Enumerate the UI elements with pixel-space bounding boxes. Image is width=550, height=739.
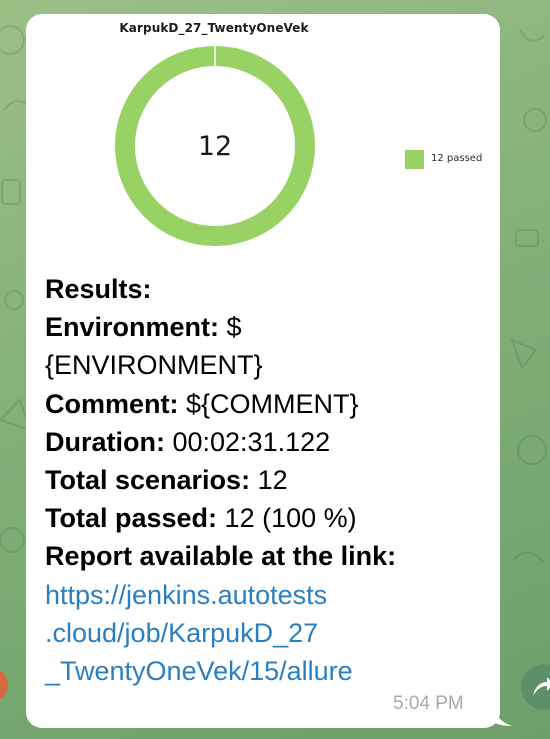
environment-value-part-1: $ [219, 312, 242, 343]
scenarios-value: 12 [250, 464, 288, 495]
comment-value: ${COMMENT} [178, 388, 359, 419]
comment-line: Comment: ${COMMENT} [45, 385, 485, 423]
duration-value: 00:02:31.122 [164, 426, 331, 457]
legend-passed-swatch [405, 150, 424, 169]
environment-value-part-2: {ENVIRONMENT} [45, 350, 263, 381]
results-label: Results: [45, 274, 152, 304]
report-link-line-2[interactable]: .cloud/job/KarpukD_27 [45, 614, 485, 652]
chart-center-value: 12 [197, 131, 233, 162]
report-label: Report available at the link: [45, 541, 397, 572]
passed-label: Total passed: [45, 503, 218, 534]
passed-line: Total passed: 12 (100 %) [45, 499, 485, 537]
legend-passed-label: 12 passed [431, 153, 483, 164]
duration-label: Duration: [45, 426, 165, 457]
duration-line: Duration: 00:02:31.122 [45, 423, 485, 461]
passed-value: 12 (100 %) [217, 503, 357, 534]
message-timestamp: 5:04 PM [393, 693, 464, 714]
environment-line-cont: {ENVIRONMENT} [45, 346, 485, 384]
results-line: Results: [45, 270, 485, 308]
environment-label: Environment: [45, 312, 220, 343]
report-line: Report available at the link: [45, 537, 485, 575]
donut-chart [115, 46, 315, 246]
message-text: Results: Environment: $ {ENVIRONMENT} Co… [45, 270, 485, 690]
comment-label: Comment: [45, 388, 179, 419]
report-link-line-1[interactable]: https://jenkins.autotests [45, 576, 485, 614]
allure-chart-image[interactable]: KarpukD_27_TwentyOneVek 12 12 passed [54, 14, 500, 254]
share-arrow-icon [533, 677, 550, 696]
environment-line: Environment: $ [45, 308, 485, 346]
scenarios-label: Total scenarios: [45, 464, 251, 495]
report-link-line-3[interactable]: _TwentyOneVek/15/allure [45, 652, 485, 690]
bubble-tail [492, 700, 512, 726]
scenarios-line: Total scenarios: 12 [45, 461, 485, 499]
